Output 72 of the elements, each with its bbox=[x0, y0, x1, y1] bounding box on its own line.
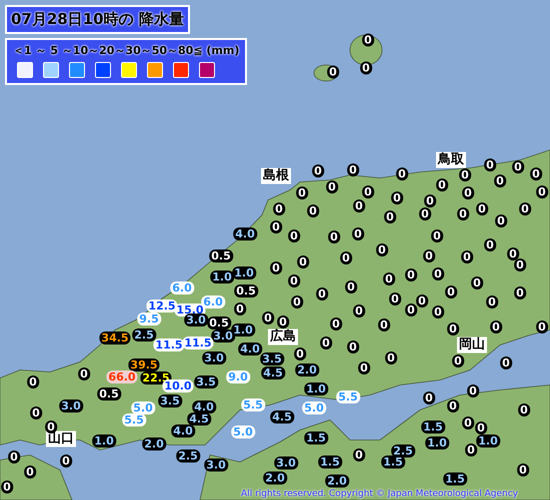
rainfall-value: 39.5 bbox=[128, 358, 160, 372]
rainfall-value: 1.5 bbox=[443, 472, 467, 486]
legend-scale: ＜1 ～ 5 ～10～20～30～50～80≦ (mm) bbox=[13, 42, 240, 58]
rainfall-value: 5.5 bbox=[122, 414, 146, 426]
rainfall-value: 0 bbox=[8, 450, 20, 464]
rainfall-value: 4.5 bbox=[261, 366, 285, 380]
place-label: 鳥取 bbox=[436, 152, 466, 168]
place-label: 岡山 bbox=[457, 337, 487, 353]
rainfall-value: 1.0 bbox=[231, 324, 255, 336]
rainfall-value: 4.0 bbox=[238, 342, 262, 356]
rainfall-value: 1.0 bbox=[304, 382, 328, 396]
rainfall-value: 1.0 bbox=[210, 270, 234, 284]
rainfall-value: 0 bbox=[60, 454, 72, 468]
rainfall-value: 12.5 bbox=[146, 300, 178, 312]
rainfall-value: 6.0 bbox=[170, 282, 194, 294]
rainfall-value: 5.0 bbox=[302, 402, 326, 414]
rainfall-value: 3.5 bbox=[194, 376, 218, 388]
rainfall-value: 5.5 bbox=[241, 398, 265, 412]
rainfall-value: 9.5 bbox=[137, 312, 161, 326]
rainfall-value: 0.5 bbox=[209, 250, 233, 262]
rainfall-value: 2.5 bbox=[391, 444, 415, 458]
rainfall-value: 5.0 bbox=[131, 402, 155, 414]
rainfall-value: 2.5 bbox=[176, 450, 200, 462]
rainfall-value: 9.0 bbox=[226, 370, 250, 384]
rainfall-value: 3.5 bbox=[260, 352, 284, 366]
rainfall-value: 0.5 bbox=[234, 284, 258, 298]
rainfall-value: 2.5 bbox=[132, 328, 156, 342]
rainfall-value: 4.5 bbox=[270, 410, 294, 424]
rainfall-value: 0 bbox=[347, 164, 359, 176]
rainfall-value: 5.5 bbox=[336, 390, 360, 404]
rainfall-value: 11.5 bbox=[182, 336, 214, 350]
rainfall-value: 2.0 bbox=[295, 364, 319, 376]
rainfall-value: 4.0 bbox=[171, 424, 195, 438]
place-label: 広島 bbox=[268, 329, 298, 345]
rainfall-value: 1.0 bbox=[232, 266, 256, 280]
rainfall-value: 1.5 bbox=[421, 420, 445, 434]
rainfall-value: 1.0 bbox=[425, 436, 449, 450]
rainfall-value: 2.0 bbox=[142, 438, 166, 450]
rainfall-value: 0 bbox=[396, 168, 408, 180]
rainfall-value: 3.0 bbox=[274, 456, 298, 470]
rainfall-value: 66.0 bbox=[106, 370, 138, 384]
rainfall-value: 0.5 bbox=[207, 316, 231, 330]
rainfall-value: 3.5 bbox=[158, 394, 182, 408]
rainfall-value: 0 bbox=[500, 356, 512, 370]
rainfall-value: 0.5 bbox=[97, 388, 121, 400]
rainfall-value: 2.0 bbox=[263, 472, 287, 484]
rainfall-value: 34.5 bbox=[99, 332, 131, 344]
rainfall-value: 0 bbox=[312, 164, 324, 178]
copyright-text: All rights reserved. Copyright © Japan Meteorological Agency bbox=[241, 489, 518, 500]
rainfall-value: 4.5 bbox=[187, 412, 211, 426]
place-label: 山口 bbox=[46, 431, 76, 447]
rainfall-value: 0 bbox=[467, 384, 479, 398]
rainfall-value: 0 bbox=[423, 392, 435, 404]
rainfall-value: 5.0 bbox=[231, 426, 255, 438]
rainfall-value: 3.0 bbox=[59, 400, 83, 412]
rainfall-value: 0 bbox=[360, 62, 372, 74]
map-title: 07月28日10時の 降水量 bbox=[5, 5, 190, 34]
rainfall-value: 0 bbox=[362, 34, 374, 46]
rainfall-value: 0 bbox=[484, 158, 496, 172]
rainfall-value: 1.5 bbox=[304, 432, 328, 444]
rainfall-value: 0 bbox=[327, 66, 339, 78]
rainfall-value: 4.0 bbox=[192, 400, 216, 414]
place-label: 島根 bbox=[261, 168, 291, 184]
rainfall-value: 1.0 bbox=[476, 434, 500, 448]
rainfall-value: 2.0 bbox=[325, 474, 349, 488]
rainfall-value: 1.0 bbox=[92, 434, 116, 448]
rainfall-value: 3.0 bbox=[184, 314, 208, 326]
rainfall-value: 4.0 bbox=[233, 228, 257, 240]
rainfall-value: 11.5 bbox=[153, 338, 185, 352]
rainfall-value: 3.0 bbox=[202, 352, 226, 364]
rainfall-value: 3.0 bbox=[204, 458, 228, 472]
rainfall-value: 1.5 bbox=[318, 456, 342, 468]
